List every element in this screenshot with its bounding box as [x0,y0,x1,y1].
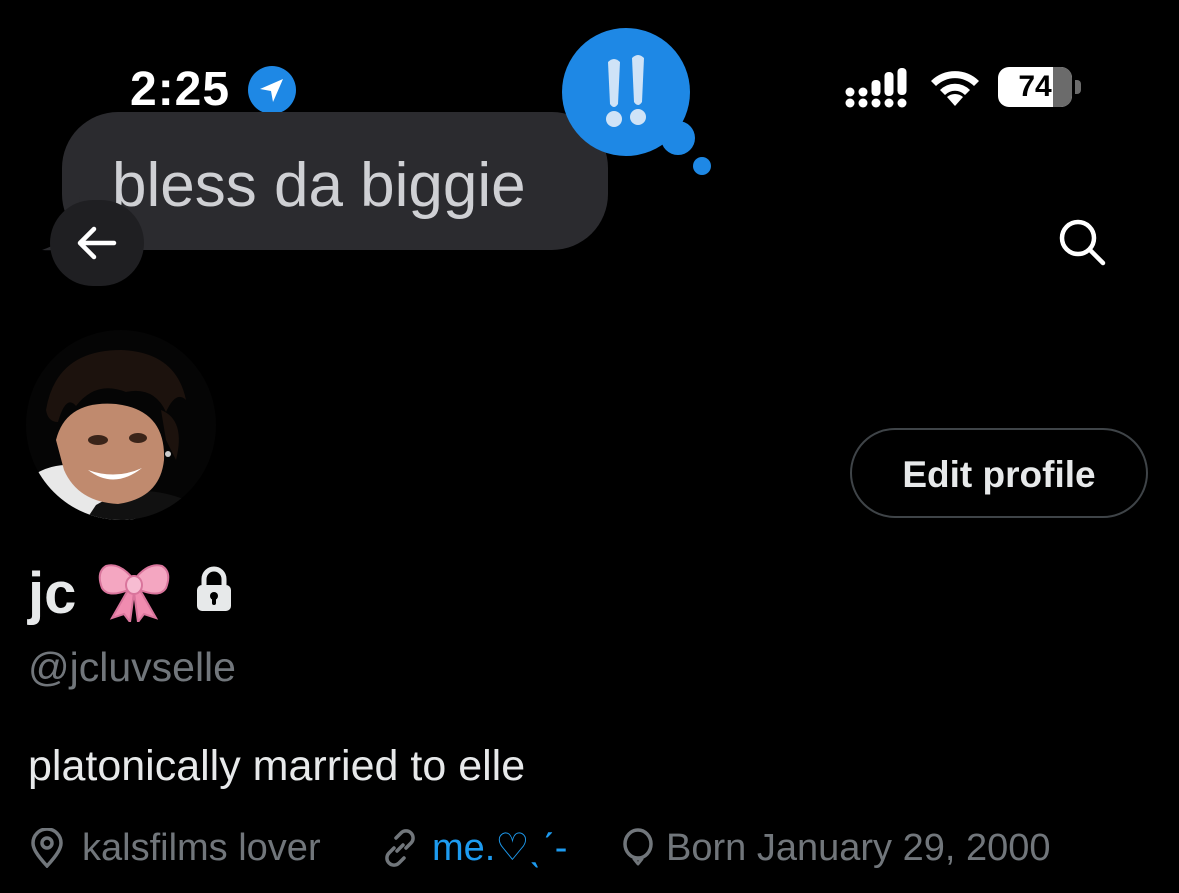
battery-nub [1075,80,1081,94]
avatar[interactable] [26,330,216,520]
location-text: kalsfilms lover [82,827,321,869]
location-arrow-icon [248,66,296,114]
search-button[interactable] [1040,200,1124,284]
location-pin-icon [31,828,63,868]
link-icon [385,829,415,867]
battery-percent: 74 [1018,70,1052,103]
search-icon [1059,219,1106,266]
cellular-signal-icon [845,68,907,108]
back-button[interactable] [50,200,144,286]
bow-icon [98,564,170,622]
display-name: jc [28,561,77,626]
user-handle: @jcluvselle [28,644,236,690]
edit-profile-button[interactable]: Edit profile [850,428,1148,518]
bio-text: platonically married to elle [28,742,526,790]
bubble-text: bless da biggie [112,151,526,220]
profile-screen: 2:25 74 bless da biggie Edit profile jc … [0,0,1179,893]
balloon-icon [623,828,653,866]
arrow-left-icon [77,226,117,260]
profile-photo [26,330,216,520]
lock-icon [197,566,231,611]
wifi-icon [931,71,979,106]
status-time: 2:25 [130,63,231,116]
link-text[interactable]: me.♡ˎˊ- [432,822,567,874]
birthday-text: Born January 29, 2000 [666,827,1051,869]
battery-indicator: 74 [998,67,1072,107]
emphasis-exclamation-icon [562,28,711,175]
